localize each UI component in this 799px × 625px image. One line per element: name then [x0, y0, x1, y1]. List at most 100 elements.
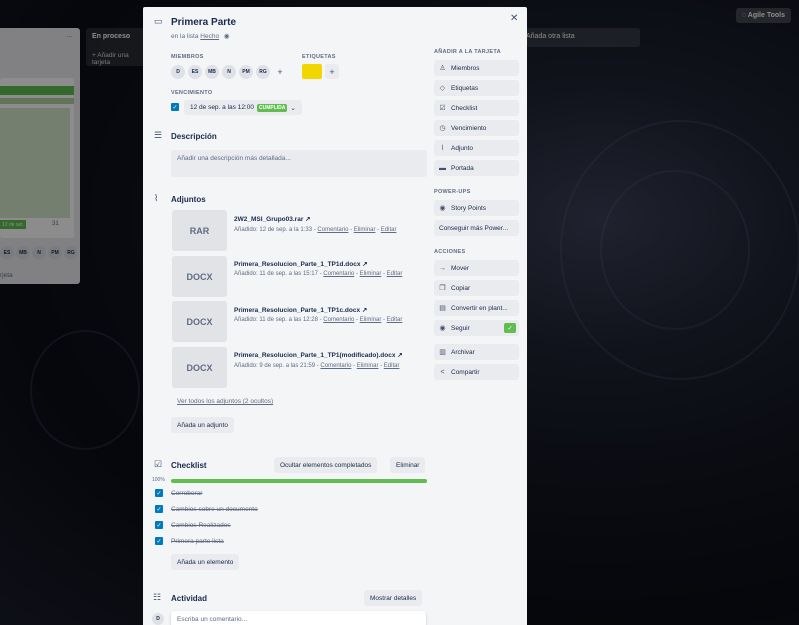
attachment-meta: Añadido: 9 de sep. a las 21:59 - Comenta…: [234, 363, 400, 369]
due-date-text: 12 de sep. a las 12:00: [190, 104, 254, 111]
hide-completed-button[interactable]: Ocultar elementos completados: [274, 457, 378, 473]
member-avatar[interactable]: PM: [239, 65, 253, 79]
copy-icon: ❐: [439, 284, 446, 292]
sidebar-due-date-button[interactable]: ◷ Vencimiento: [434, 120, 519, 136]
get-more-powerups-button[interactable]: Conseguir más Power...: [434, 220, 519, 236]
template-icon: ▤: [439, 304, 446, 312]
archive-icon: ▥: [439, 348, 446, 356]
attachment-meta: Añadido: 12 de sep. a la 1:33 - Comentar…: [234, 227, 397, 233]
close-icon[interactable]: ✕: [510, 13, 518, 24]
cover-icon: ▬: [439, 164, 446, 172]
attachment-thumbnail[interactable]: DOCX: [172, 256, 227, 297]
watch-eye-icon: ◉: [223, 33, 230, 40]
card-list-info: en la lista Hecho ◉: [171, 32, 230, 40]
eye-icon: ◉: [439, 324, 446, 332]
checklist-item-checkbox[interactable]: ✓: [155, 521, 163, 529]
archive-button[interactable]: ▥ Archivar: [434, 344, 519, 360]
attachment-comment-link[interactable]: Comentario: [320, 363, 351, 369]
attachment-thumbnail[interactable]: DOCX: [172, 301, 227, 342]
checklist-item[interactable]: Cambios sobre un documento: [171, 506, 258, 513]
sidebar-members-button[interactable]: ♙ Miembros: [434, 60, 519, 76]
attachment-delete-link[interactable]: Eliminar: [354, 227, 376, 233]
powerups-label: POWER-UPS: [434, 189, 471, 195]
make-template-button[interactable]: ▤ Convertir en plant...: [434, 300, 519, 316]
checklist-progress-fill: [171, 479, 427, 483]
delete-checklist-button[interactable]: Eliminar: [390, 457, 426, 473]
watch-button[interactable]: ◉ Seguir ✓: [434, 320, 519, 336]
member-list: D ES MB N PM RG +: [171, 65, 287, 79]
sidebar-attachment-button[interactable]: ⌇ Adjunto: [434, 140, 519, 156]
in-list-prefix: en la lista: [171, 33, 199, 40]
description-input[interactable]: Añadir una descripción más detallada...: [171, 150, 427, 177]
attachment-added: Añadido: 12 de sep. a la 1:33: [234, 227, 313, 233]
view-all-attachments-link[interactable]: Ver todos los adjuntos (2 ocultos): [177, 398, 273, 405]
attachment-edit-link[interactable]: Editar: [381, 227, 397, 233]
copy-button[interactable]: ❐ Copiar: [434, 280, 519, 296]
show-details-button[interactable]: Mostrar detalles: [364, 590, 423, 606]
attachment-name[interactable]: Primera_Resolucion_Parte_1_TP1d.docx ↗: [234, 260, 368, 268]
due-status-badge: CUMPLIDA: [256, 103, 288, 112]
attachment-name[interactable]: Primera_Resolucion_Parte_1_TP1(modificad…: [234, 351, 403, 359]
checklist-item-checkbox[interactable]: ✓: [155, 489, 163, 497]
attachment-edit-link[interactable]: Editar: [387, 317, 403, 323]
attachment-edit-link[interactable]: Editar: [384, 363, 400, 369]
sidebar-cover-button[interactable]: ▬ Portada: [434, 160, 519, 176]
member-avatar[interactable]: ES: [188, 65, 202, 79]
checklist-item-checkbox[interactable]: ✓: [155, 505, 163, 513]
check-icon: ✓: [504, 323, 516, 333]
user-avatar: D: [152, 613, 164, 625]
due-label: VENCIMIENTO: [171, 90, 213, 96]
checklist-progress-track: [171, 479, 427, 483]
checklist-item[interactable]: Corroborar: [171, 490, 202, 497]
sidebar-labels-button[interactable]: ◇ Etiquetas: [434, 80, 519, 96]
story-points-icon: ◉: [439, 204, 446, 212]
external-link-icon: ↗: [397, 352, 403, 359]
list-link[interactable]: Hecho: [200, 33, 219, 40]
description-title: Descripción: [171, 132, 217, 141]
due-complete-checkbox[interactable]: ✓: [171, 103, 179, 111]
move-button[interactable]: → Mover: [434, 260, 519, 276]
attachment-name[interactable]: Primera_Resolucion_Parte_1_TP1c.docx ↗: [234, 306, 367, 314]
card-icon: ▭: [154, 16, 163, 26]
attachment-added: Añadido: 9 de sep. a las 21:59: [234, 363, 316, 369]
attachment-meta: Añadido: 11 de sep. a las 15:17 - Coment…: [234, 271, 403, 277]
checklist-progress-percent: 100%: [152, 477, 165, 483]
card-label-yellow[interactable]: [302, 64, 322, 79]
add-member-plus-icon[interactable]: +: [273, 65, 287, 79]
card-title[interactable]: Primera Parte: [171, 17, 236, 28]
attachment-comment-link[interactable]: Comentario: [317, 227, 348, 233]
attachment-meta: Añadido: 11 de sep. a las 12:28 - Coment…: [234, 317, 403, 323]
due-date-button[interactable]: 12 de sep. a las 12:00 CUMPLIDA ⌄: [184, 100, 302, 115]
add-checklist-item-button[interactable]: Añada un elemento: [171, 554, 240, 570]
add-label-plus-icon[interactable]: +: [325, 64, 339, 79]
member-avatar[interactable]: N: [222, 65, 236, 79]
attachments-title: Adjuntos: [171, 195, 206, 204]
add-attachment-button[interactable]: Añada un adjunto: [171, 417, 234, 433]
checklist-item[interactable]: Primera parte lista: [171, 538, 224, 545]
member-avatar[interactable]: RG: [256, 65, 270, 79]
sidebar-checklist-button[interactable]: ☑ Checklist: [434, 100, 519, 116]
labels-label: ETIQUETAS: [302, 54, 336, 60]
description-icon: ☰: [154, 130, 163, 140]
member-avatar[interactable]: D: [171, 65, 185, 79]
attachment-comment-link[interactable]: Comentario: [323, 317, 354, 323]
share-icon: <: [440, 368, 445, 376]
member-avatar[interactable]: MB: [205, 65, 219, 79]
attachment-delete-link[interactable]: Eliminar: [360, 317, 382, 323]
checklist-item-checkbox[interactable]: ✓: [155, 537, 163, 545]
attachment-thumbnail[interactable]: DOCX: [172, 347, 227, 388]
attachment-edit-link[interactable]: Editar: [387, 271, 403, 277]
attachment-comment-link[interactable]: Comentario: [323, 271, 354, 277]
tag-icon: ◇: [439, 84, 446, 92]
share-button[interactable]: < Compartir: [434, 364, 519, 380]
attachment-name[interactable]: 2W2_MSI_Grupo03.rar ↗: [234, 215, 311, 223]
arrow-right-icon: →: [439, 264, 446, 272]
activity-title: Actividad: [171, 594, 208, 603]
attachment-thumbnail[interactable]: RAR: [172, 210, 227, 251]
checklist-item[interactable]: Cambios Realizados: [171, 522, 231, 529]
comment-input[interactable]: Escriba un comentario...: [171, 611, 426, 625]
checklist-title[interactable]: Checklist: [171, 461, 207, 470]
attachment-delete-link[interactable]: Eliminar: [357, 363, 379, 369]
attachment-delete-link[interactable]: Eliminar: [360, 271, 382, 277]
story-points-button[interactable]: ◉ Story Points: [434, 200, 519, 216]
